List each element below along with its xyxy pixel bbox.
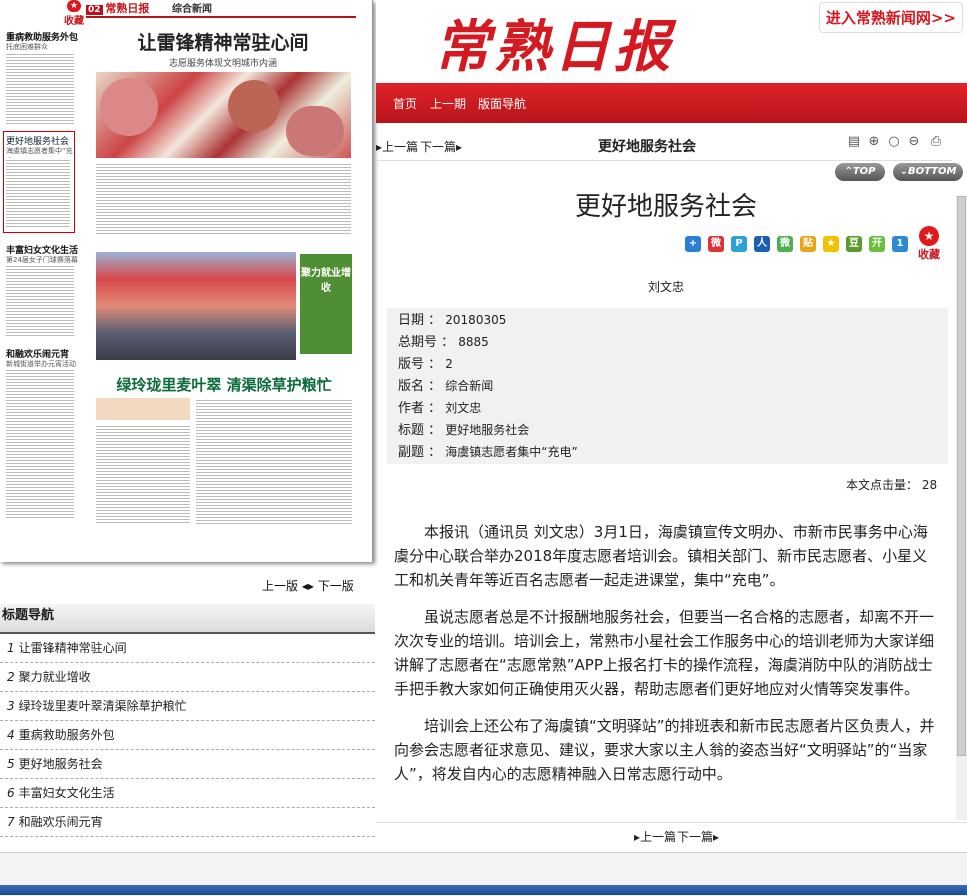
- prev-article-link[interactable]: ▸上一篇: [376, 138, 418, 155]
- article-paragraph: 本报讯（通讯员 刘文忠）3月1日，海虞镇宣传文明办、市新市民事务中心海虞分中心联…: [394, 523, 928, 589]
- enter-news-site-link[interactable]: 进入常熟新闻网>>: [818, 2, 963, 33]
- print-icon[interactable]: ⎙: [928, 134, 944, 150]
- title-navigation: 标题导航 1 让雷锋精神常驻心间 2 聚力就业增收 3 绿玲珑里麦叶翠清渠除草护粮忙 …: [0, 604, 375, 846]
- scrollbar-thumb[interactable]: [957, 196, 966, 756]
- prev-page-link[interactable]: 上一版: [262, 579, 298, 593]
- newspaper-logo: 常熟日报: [105, 2, 150, 15]
- meta-row: 总期号 ： 8885: [398, 335, 489, 350]
- article-paragraph: 培训会上还公布了海虞镇“文明驿站”的排班表和新市民志愿者片区负责人，并向参会志愿…: [394, 717, 935, 783]
- share-one-icon[interactable]: 1: [892, 236, 908, 252]
- share-tieba-icon[interactable]: 贴: [800, 236, 816, 252]
- zoom-reset-icon[interactable]: ○: [886, 134, 902, 150]
- up-icon: ⌃: [844, 166, 853, 177]
- newspaper-subheadline: 志愿服务体现文明城市内涵: [168, 59, 277, 69]
- text-column: [96, 424, 190, 524]
- bottom-prev-article-link[interactable]: ▸上一篇: [634, 828, 676, 845]
- list-icon[interactable]: ▤: [846, 134, 862, 150]
- toolbar-title: 更好地服务社会: [598, 139, 696, 155]
- text-column: [6, 52, 74, 124]
- meta-row: 版名 ： 综合新闻: [398, 379, 494, 394]
- text-column: [96, 162, 351, 236]
- nav-prev-issue[interactable]: 上一期: [430, 95, 466, 112]
- article-meta: 日期 ： 20180305 总期号 ： 8885 版号 ： 2 版名 ： 综合新…: [387, 308, 948, 464]
- meta-row: 作者 ： 刘文忠: [398, 401, 482, 416]
- article-hotspot[interactable]: 更好地服务社会 海虞镇志愿者集中“充电”: [3, 131, 75, 233]
- nav-layout[interactable]: 版面导航: [478, 95, 526, 112]
- toc-item[interactable]: 7 和融欢乐闹元宵: [0, 808, 375, 837]
- toc-header: 标题导航: [0, 604, 375, 634]
- nav-home[interactable]: 首页: [393, 95, 417, 112]
- share-wechat-icon[interactable]: 微: [777, 236, 793, 252]
- hit-count: 本文点击量： 28: [846, 478, 938, 492]
- toc-item[interactable]: 5 更好地服务社会: [0, 750, 375, 779]
- star-icon: ★: [919, 226, 939, 246]
- share-douban-icon[interactable]: 豆: [846, 236, 862, 252]
- job-fair-photo: [96, 252, 296, 360]
- meta-row: 日期 ： 20180305: [398, 313, 507, 328]
- side-box: 聚力就业增收: [300, 254, 352, 354]
- section-number: 02: [86, 5, 103, 15]
- share-more-icon[interactable]: +: [685, 236, 701, 252]
- next-article-link[interactable]: 下一篇▸: [420, 138, 462, 155]
- article-collect-button[interactable]: ★ 收藏: [914, 226, 944, 262]
- article-author: 刘文忠: [647, 280, 684, 294]
- main-nav: 首页 上一期 版面导航: [376, 83, 967, 123]
- meta-row: 副题 ： 海虞镇志愿者集中“充电”: [398, 445, 578, 460]
- star-icon: ★: [67, 0, 81, 12]
- photo-circle: [100, 78, 158, 136]
- article-toolbar: ▸上一篇 下一篇▸ 更好地服务社会 ▤ ⊕ ○ ⊖ ⎙: [376, 130, 952, 161]
- photo-circle: [228, 80, 280, 132]
- share-kaixin-icon[interactable]: 开: [869, 236, 885, 252]
- article-scrollbar[interactable]: [956, 196, 967, 820]
- toc-item[interactable]: 4 重病救助服务外包: [0, 721, 375, 750]
- meta-row: 标题 ： 更好地服务社会: [398, 423, 530, 438]
- photo-circle: [286, 106, 344, 156]
- text-column: [6, 158, 70, 228]
- toc-item[interactable]: 3 绿玲珑里麦叶翠清渠除草护粮忙: [0, 692, 375, 721]
- scroll-top-button[interactable]: ⌃TOP: [835, 163, 885, 181]
- page-nav: 上一版 ◂▸ 下一版: [262, 577, 354, 594]
- text-column: [6, 368, 74, 518]
- share-weibo-icon[interactable]: 微: [708, 236, 724, 252]
- text-column: [6, 264, 74, 338]
- bottom-next-article-link[interactable]: 下一篇▸: [677, 828, 719, 845]
- share-qzone-icon[interactable]: P: [731, 236, 747, 252]
- side-story-sub: 托底困难群众: [6, 43, 48, 51]
- next-page-link[interactable]: 下一版: [318, 579, 354, 593]
- section-name: 综合新闻: [172, 4, 212, 15]
- article-body: 本报讯（通讯员 刘文忠）3月1日，海虞镇宣传文明办、市新市民事务中心海虞分中心联…: [394, 520, 940, 823]
- zoom-out-icon[interactable]: ⊖: [906, 134, 922, 150]
- spring-festival-banner: [96, 398, 190, 420]
- zoom-in-icon[interactable]: ⊕: [866, 134, 882, 150]
- text-column: [196, 398, 352, 524]
- scroll-bottom-button[interactable]: ⌄BOTTOM: [893, 163, 963, 181]
- article-title: 更好地服务社会: [574, 192, 757, 222]
- brand-logo[interactable]: 常熟日报: [434, 2, 674, 83]
- newspaper-banner-headline: 绿玲珑里麦叶翠 清渠除草护粮忙: [116, 376, 332, 394]
- down-icon: ⌄: [899, 166, 908, 177]
- share-renren-icon[interactable]: 人: [754, 236, 770, 252]
- newspaper-page-view[interactable]: ★ 收藏 02 常熟日报 综合新闻 让雷锋精神常驻心间 志愿服务体现文明城市内涵…: [0, 0, 373, 562]
- toc-item[interactable]: 2 聚力就业增收: [0, 663, 375, 692]
- newspaper-header: 02 常熟日报 综合新闻: [86, 0, 356, 18]
- article-paragraph: 虽说志愿者总是不计报酬地服务社会，但要当一名合格的志愿者，却离不开一次次专业的培…: [394, 608, 935, 698]
- toc-item[interactable]: 6 丰富妇女文化生活: [0, 779, 375, 808]
- share-star-icon[interactable]: ★: [823, 236, 839, 252]
- volunteer-photo-collage: [96, 72, 351, 158]
- masthead: 常熟日报 进入常熟新闻网>>: [376, 0, 967, 83]
- arrows-icon: ◂▸: [301, 579, 314, 593]
- bottom-article-nav: ▸上一篇 下一篇▸: [376, 822, 967, 849]
- meta-row: 版号 ： 2: [398, 357, 453, 372]
- taskbar: [0, 885, 967, 895]
- newspaper-headline: 让雷锋精神常驻心间: [137, 32, 309, 54]
- toc-item[interactable]: 1 让雷锋精神常驻心间: [0, 634, 375, 663]
